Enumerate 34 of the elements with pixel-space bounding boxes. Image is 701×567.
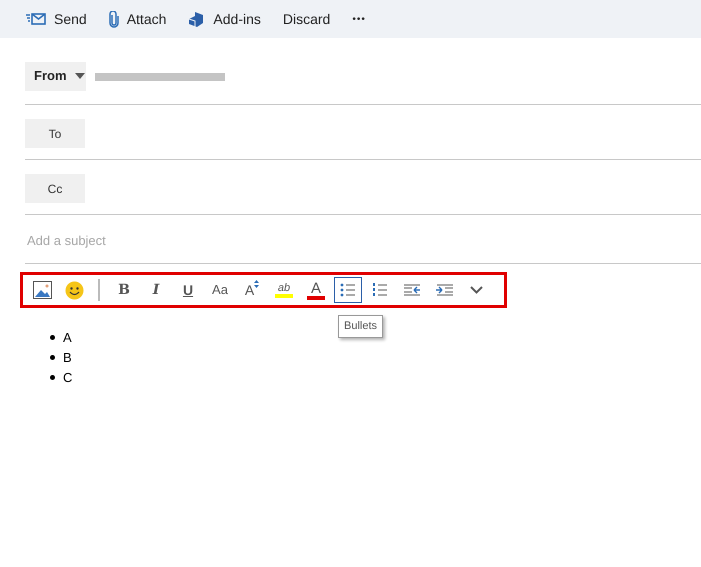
list-item-text: A: [63, 328, 72, 347]
more-button[interactable]: •••: [352, 4, 366, 34]
list-item-text: C: [63, 368, 72, 387]
italic-button[interactable]: I: [142, 277, 170, 303]
chevron-down-icon: [470, 286, 482, 294]
smiley-icon: [64, 280, 84, 300]
numbered-list-icon: [372, 282, 388, 298]
separator: [98, 279, 100, 301]
subject-field[interactable]: Add a subject: [25, 230, 701, 250]
paperclip-icon: [108, 10, 119, 28]
cubes-icon: [188, 10, 206, 28]
up-down-arrows-icon: [254, 280, 260, 288]
recipient-button[interactable]: Cc: [25, 174, 85, 203]
toolbar-button[interactable]: Send: [26, 4, 87, 34]
highlight-button[interactable]: ab: [270, 277, 298, 303]
toolbar-button[interactable]: Add-ins: [188, 4, 261, 34]
caret-icon: [74, 73, 84, 79]
from-button[interactable]: From: [25, 62, 86, 90]
bold-button[interactable]: B: [110, 277, 138, 303]
font-case-button[interactable]: Aa: [206, 277, 234, 303]
font-size-button[interactable]: A: [238, 277, 266, 303]
envelope-icon: [26, 12, 46, 26]
font-color-button[interactable]: A: [302, 277, 330, 303]
list-item-text: B: [63, 348, 72, 367]
outdent-icon: [404, 284, 420, 296]
indent-icon: [436, 284, 452, 296]
picture-icon: [32, 281, 52, 299]
underline-button[interactable]: U: [174, 277, 202, 303]
recipient-button[interactable]: To: [25, 119, 85, 148]
toolbar-button[interactable]: Attach: [108, 4, 166, 34]
bulleted-list-icon: [340, 282, 356, 298]
tooltip: Bullets: [338, 315, 384, 338]
toolbar-button[interactable]: Discard: [282, 4, 330, 34]
bullets-button[interactable]: [334, 277, 362, 303]
